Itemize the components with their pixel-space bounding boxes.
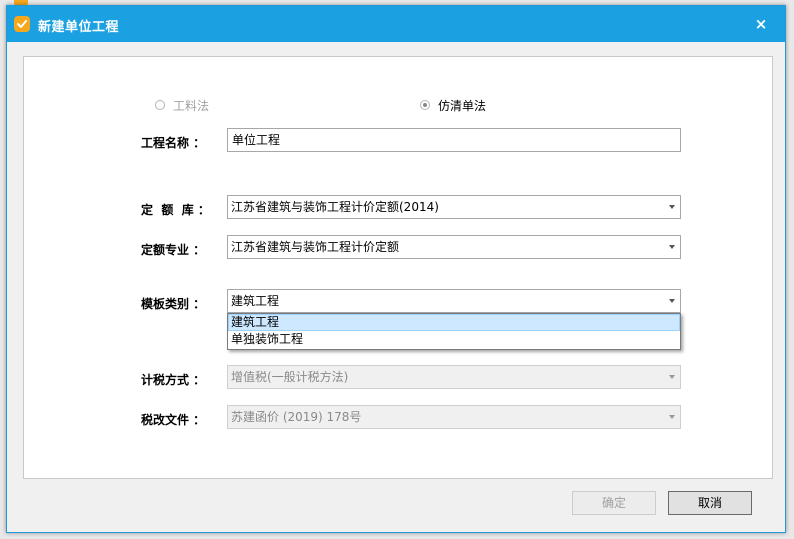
tax-document-value: 苏建函价 (2019) 178号 <box>231 410 362 424</box>
cancel-button[interactable]: 取消 <box>668 491 752 515</box>
quota-specialty-value: 江苏省建筑与装饰工程计价定额 <box>231 240 400 254</box>
template-type-select[interactable]: 建筑工程 <box>227 289 681 313</box>
tax-method-value: 增值税(一般计税方法) <box>231 370 349 384</box>
tax-method-label: 计税方式 ： <box>141 373 206 387</box>
template-type-value: 建筑工程 <box>231 294 280 308</box>
dropdown-option-building[interactable]: 建筑工程 <box>228 314 680 331</box>
app-logo-icon <box>14 16 30 32</box>
dialog-titlebar[interactable]: 新建单位工程 × <box>7 6 785 42</box>
radio-unchecked-icon <box>155 100 165 110</box>
tax-method-select: 增值税(一般计税方法) <box>227 365 681 389</box>
form-panel: 工料法 仿清单法 工程名称 ： 单位工程 定 额 库 ： 江苏省建筑与装饰工程计… <box>23 56 773 479</box>
method-radio-material[interactable]: 工料法 <box>155 97 209 113</box>
ok-button[interactable]: 确定 <box>572 491 656 515</box>
tax-document-select: 苏建函价 (2019) 178号 <box>227 405 681 429</box>
chevron-down-icon <box>669 245 675 249</box>
chevron-down-icon <box>669 375 675 379</box>
method-radio-bill[interactable]: 仿清单法 <box>420 97 486 113</box>
quota-library-select[interactable]: 江苏省建筑与装饰工程计价定额(2014) <box>227 195 681 219</box>
quota-specialty-label: 定额专业 ： <box>141 243 206 257</box>
method-radio-bill-label: 仿清单法 <box>438 98 487 113</box>
template-type-dropdown-list: 建筑工程 单独装饰工程 <box>227 313 681 350</box>
quota-specialty-select[interactable]: 江苏省建筑与装饰工程计价定额 <box>227 235 681 259</box>
dropdown-option-decoration[interactable]: 单独装饰工程 <box>228 331 680 348</box>
tax-document-label: 税改文件 ： <box>141 413 206 427</box>
chevron-down-icon <box>669 205 675 209</box>
quota-library-value: 江苏省建筑与装饰工程计价定额(2014) <box>231 200 439 214</box>
dialog-title: 新建单位工程 <box>38 20 120 35</box>
project-name-input[interactable]: 单位工程 <box>227 128 681 152</box>
template-type-label: 模板类别 ： <box>141 297 206 311</box>
quota-library-label: 定 额 库 ： <box>141 203 210 217</box>
chevron-down-icon <box>669 415 675 419</box>
app-logo-glyph <box>17 20 27 28</box>
radio-checked-icon <box>420 100 430 110</box>
project-name-label: 工程名称 ： <box>141 136 206 150</box>
close-icon[interactable]: × <box>749 12 773 36</box>
new-unit-project-dialog: 新建单位工程 × 工料法 仿清单法 工程名称 ： 单位工程 定 额 库 ： 江苏… <box>6 5 786 533</box>
method-radio-material-label: 工料法 <box>173 98 210 113</box>
chevron-down-icon <box>669 299 675 303</box>
